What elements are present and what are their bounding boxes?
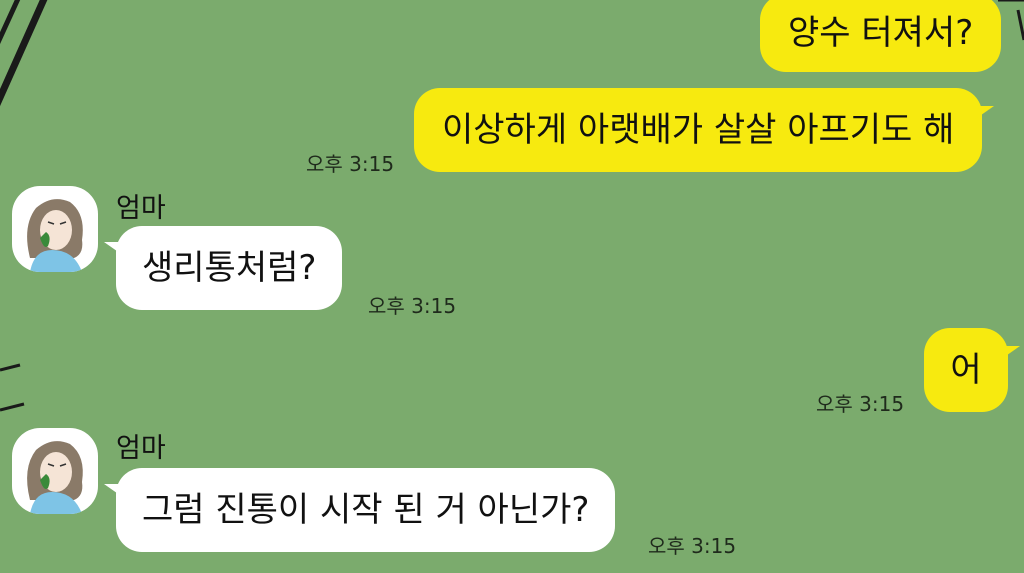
message-text: 어 bbox=[950, 350, 982, 390]
message-timestamp: 오후 3:15 bbox=[368, 294, 457, 318]
message-timestamp: 오후 3:15 bbox=[816, 392, 905, 416]
sender-name: 엄마 bbox=[116, 193, 166, 224]
chat-area: 양수 터져서? 이상하게 아랫배가 살살 아프기도 해 오후 3:15 엄마 생… bbox=[0, 0, 1024, 573]
incoming-message-bubble[interactable]: 그럼 진통이 시작 된 거 아닌가? bbox=[103, 468, 616, 552]
outgoing-message-bubble[interactable]: 이상하게 아랫배가 살살 아프기도 해 bbox=[414, 88, 995, 172]
message-text: 양수 터져서? bbox=[788, 13, 974, 53]
contact-avatar[interactable] bbox=[12, 428, 98, 514]
incoming-message-bubble[interactable]: 생리통처럼? bbox=[103, 226, 343, 310]
message-timestamp: 오후 3:15 bbox=[648, 534, 737, 558]
outgoing-message-bubble[interactable]: 어 bbox=[924, 328, 1020, 412]
woman-with-mask-avatar-icon bbox=[27, 441, 83, 514]
message-text: 생리통처럼? bbox=[142, 248, 317, 288]
woman-with-mask-avatar-icon bbox=[27, 199, 83, 272]
outgoing-message-bubble[interactable]: 양수 터져서? bbox=[760, 0, 1002, 72]
message-text: 이상하게 아랫배가 살살 아프기도 해 bbox=[442, 110, 955, 150]
contact-avatar[interactable] bbox=[12, 186, 98, 272]
message-timestamp: 오후 3:15 bbox=[306, 152, 395, 176]
sender-name: 엄마 bbox=[116, 433, 166, 464]
message-text: 그럼 진통이 시작 된 거 아닌가? bbox=[142, 490, 590, 530]
